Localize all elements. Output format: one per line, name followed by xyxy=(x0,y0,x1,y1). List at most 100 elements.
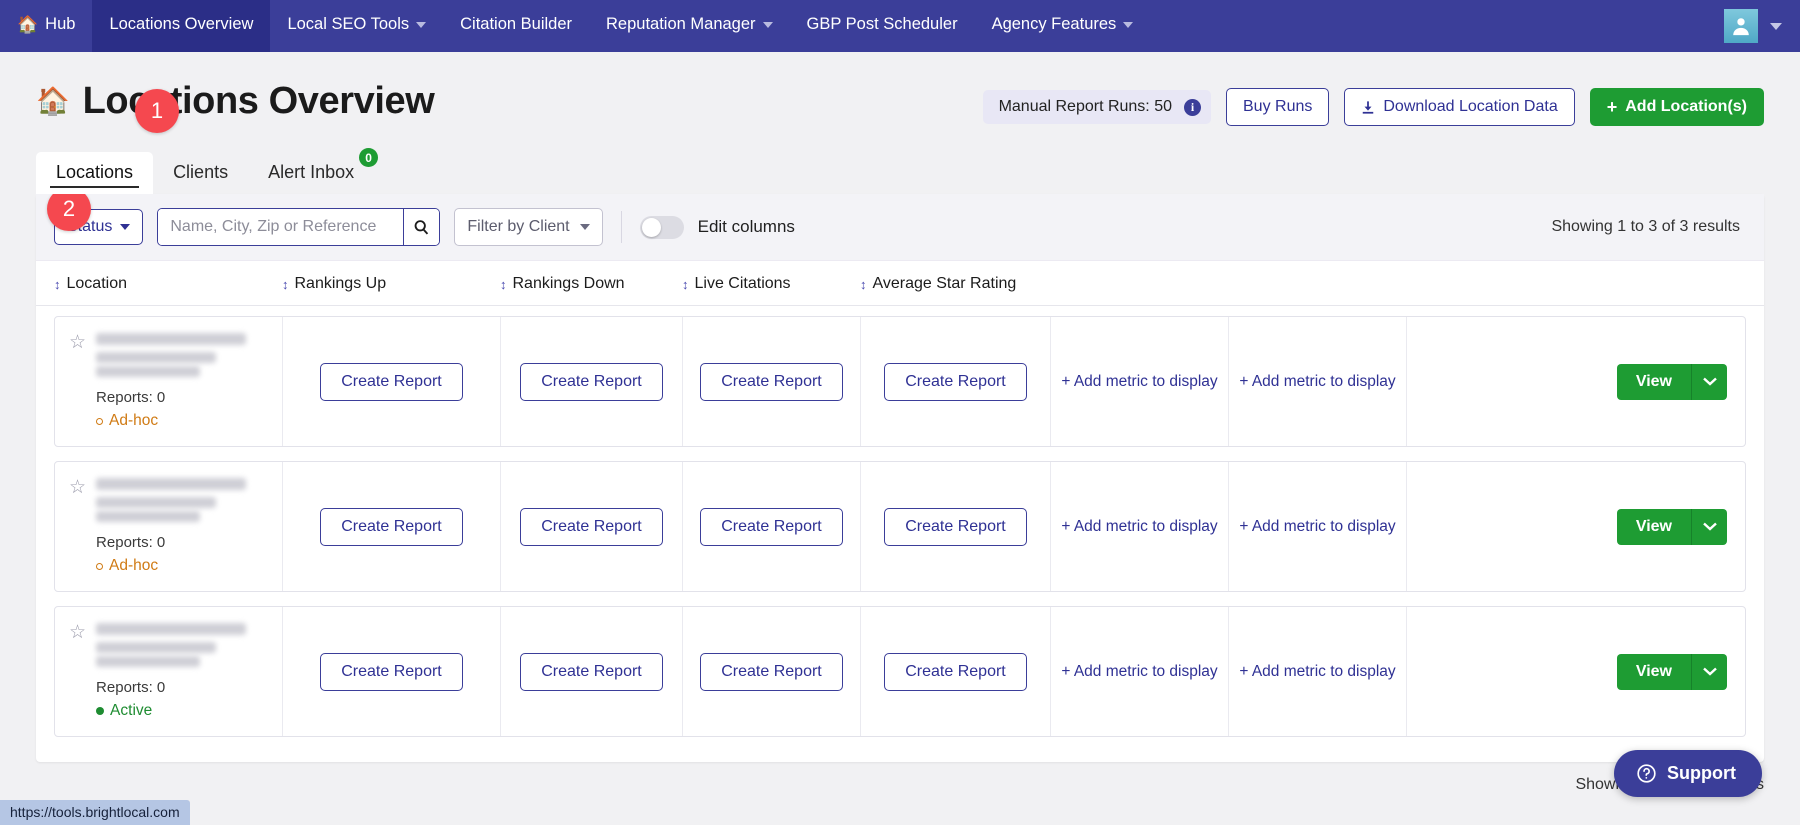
add-metric-link[interactable]: + Add metric to display xyxy=(1061,373,1217,391)
download-location-data-label: Download Location Data xyxy=(1383,98,1557,116)
client-filter-dropdown[interactable]: Filter by Client xyxy=(454,208,602,246)
nav-item-reputation-manager[interactable]: Reputation Manager xyxy=(589,0,790,52)
metric-slot-2-cell: + Add metric to display xyxy=(1229,317,1407,446)
nav-item-locations-overview[interactable]: Locations Overview xyxy=(92,0,270,52)
chevron-down-icon xyxy=(120,224,130,230)
column-label: Average Star Rating xyxy=(873,275,1017,293)
column-header-location[interactable]: ↕ Location xyxy=(54,275,282,293)
table-header: ↕ Location ↕ Rankings Up ↕ Rankings Down… xyxy=(36,261,1764,306)
tab-bar: Locations Clients Alert Inbox 0 xyxy=(36,152,1800,194)
column-label: Live Citations xyxy=(695,275,791,293)
nav-item-agency-features[interactable]: Agency Features xyxy=(975,0,1151,52)
create-report-button[interactable]: Create Report xyxy=(700,508,843,546)
column-header-rankings-up[interactable]: ↕ Rankings Up xyxy=(282,275,500,293)
create-report-button[interactable]: Create Report xyxy=(884,363,1027,401)
search-button[interactable] xyxy=(403,209,439,245)
tab-clients[interactable]: Clients xyxy=(153,152,248,194)
toggle-knob xyxy=(642,218,661,237)
client-filter-label: Filter by Client xyxy=(467,218,569,236)
view-dropdown-button[interactable] xyxy=(1691,654,1727,690)
nav-item-local-seo-tools[interactable]: Local SEO Tools xyxy=(270,0,443,52)
create-report-button[interactable]: Create Report xyxy=(520,363,663,401)
location-address-redacted xyxy=(96,352,216,363)
locations-card: Status Filter by Client Edit columns Sho… xyxy=(36,194,1764,762)
tab-label: Alert Inbox xyxy=(268,162,354,182)
sort-icon: ↕ xyxy=(54,278,61,291)
create-report-button[interactable]: Create Report xyxy=(884,653,1027,691)
add-metric-link[interactable]: + Add metric to display xyxy=(1239,663,1395,681)
top-navigation: 🏠 Hub Locations Overview Local SEO Tools… xyxy=(0,0,1800,52)
live-citations-cell: Create Report xyxy=(683,462,861,591)
add-metric-link[interactable]: + Add metric to display xyxy=(1061,518,1217,536)
nav-item-citation-builder[interactable]: Citation Builder xyxy=(443,0,589,52)
user-avatar-icon[interactable] xyxy=(1724,9,1758,43)
chevron-down-icon[interactable] xyxy=(1770,23,1782,30)
status-bar-url: https://tools.brightlocal.com xyxy=(10,804,180,820)
location-details: Reports: 0 Ad-hoc xyxy=(96,478,246,575)
filter-bar: Status Filter by Client Edit columns Sho… xyxy=(36,194,1764,261)
metric-slot-1-cell: + Add metric to display xyxy=(1051,607,1229,736)
tab-alert-inbox[interactable]: Alert Inbox 0 xyxy=(248,152,374,194)
column-header-live-citations[interactable]: ↕ Live Citations xyxy=(682,275,860,293)
status-badge: Active xyxy=(96,702,246,720)
view-dropdown-button[interactable] xyxy=(1691,509,1727,545)
support-label: Support xyxy=(1667,763,1736,784)
create-report-button[interactable]: Create Report xyxy=(884,508,1027,546)
chevron-down-icon xyxy=(580,224,590,230)
star-outline-icon[interactable]: ☆ xyxy=(69,478,86,497)
rankings-down-cell: Create Report xyxy=(501,607,683,736)
add-metric-link[interactable]: + Add metric to display xyxy=(1239,518,1395,536)
download-location-data-button[interactable]: Download Location Data xyxy=(1344,88,1574,126)
account-menu[interactable] xyxy=(1724,0,1800,52)
reports-count: Reports: 0 xyxy=(96,679,246,696)
support-button[interactable]: Support xyxy=(1614,750,1762,797)
question-circle-icon xyxy=(1636,763,1657,784)
sort-icon: ↕ xyxy=(682,278,689,291)
manual-report-runs-pill: Manual Report Runs: 50 i xyxy=(983,90,1211,124)
nav-item-hub[interactable]: 🏠 Hub xyxy=(0,0,92,52)
nav-item-gbp-post-scheduler[interactable]: GBP Post Scheduler xyxy=(790,0,975,52)
column-header-rankings-down[interactable]: ↕ Rankings Down xyxy=(500,275,682,293)
create-report-button[interactable]: Create Report xyxy=(520,508,663,546)
tab-locations[interactable]: Locations xyxy=(36,152,153,194)
create-report-button[interactable]: Create Report xyxy=(700,653,843,691)
header-actions: Manual Report Runs: 50 i Buy Runs Downlo… xyxy=(983,88,1764,126)
create-report-button[interactable]: Create Report xyxy=(700,363,843,401)
add-location-button[interactable]: + Add Location(s) xyxy=(1590,88,1764,126)
search-group xyxy=(157,208,440,246)
nav-spacer xyxy=(1150,0,1724,52)
rankings-up-cell: Create Report xyxy=(283,607,501,736)
column-label: Rankings Down xyxy=(513,275,625,293)
add-location-label: Add Location(s) xyxy=(1625,98,1747,116)
callout-number: 2 xyxy=(63,196,75,222)
view-button[interactable]: View xyxy=(1617,654,1691,690)
add-metric-link[interactable]: + Add metric to display xyxy=(1239,373,1395,391)
nav-item-label: Reputation Manager xyxy=(606,15,756,34)
nav-item-label: Locations Overview xyxy=(109,15,253,34)
info-icon[interactable]: i xyxy=(1184,99,1201,116)
edit-columns-toggle[interactable] xyxy=(640,216,684,239)
create-report-button[interactable]: Create Report xyxy=(320,363,463,401)
view-button[interactable]: View xyxy=(1617,364,1691,400)
search-input[interactable] xyxy=(158,209,403,245)
location-cell: ☆ Reports: 0 Ad-hoc xyxy=(55,462,283,591)
chevron-down-icon xyxy=(416,22,426,28)
create-report-button[interactable]: Create Report xyxy=(520,653,663,691)
browser-status-bar: https://tools.brightlocal.com xyxy=(0,800,190,825)
view-button[interactable]: View xyxy=(1617,509,1691,545)
create-report-button[interactable]: Create Report xyxy=(320,508,463,546)
location-rows: ☆ Reports: 0 Ad-hoc Create Report Create… xyxy=(36,306,1764,737)
edit-columns-label: Edit columns xyxy=(698,217,795,237)
location-details: Reports: 0 Active xyxy=(96,623,246,720)
location-name-redacted xyxy=(96,623,246,635)
view-dropdown-button[interactable] xyxy=(1691,364,1727,400)
rankings-down-cell: Create Report xyxy=(501,317,683,446)
buy-runs-button[interactable]: Buy Runs xyxy=(1226,88,1329,126)
create-report-button[interactable]: Create Report xyxy=(320,653,463,691)
metric-slot-2-cell: + Add metric to display xyxy=(1229,462,1407,591)
location-cell: ☆ Reports: 0 Active xyxy=(55,607,283,736)
add-metric-link[interactable]: + Add metric to display xyxy=(1061,663,1217,681)
star-outline-icon[interactable]: ☆ xyxy=(69,333,86,352)
star-outline-icon[interactable]: ☆ xyxy=(69,623,86,642)
column-header-average-star-rating[interactable]: ↕ Average Star Rating xyxy=(860,275,1050,293)
